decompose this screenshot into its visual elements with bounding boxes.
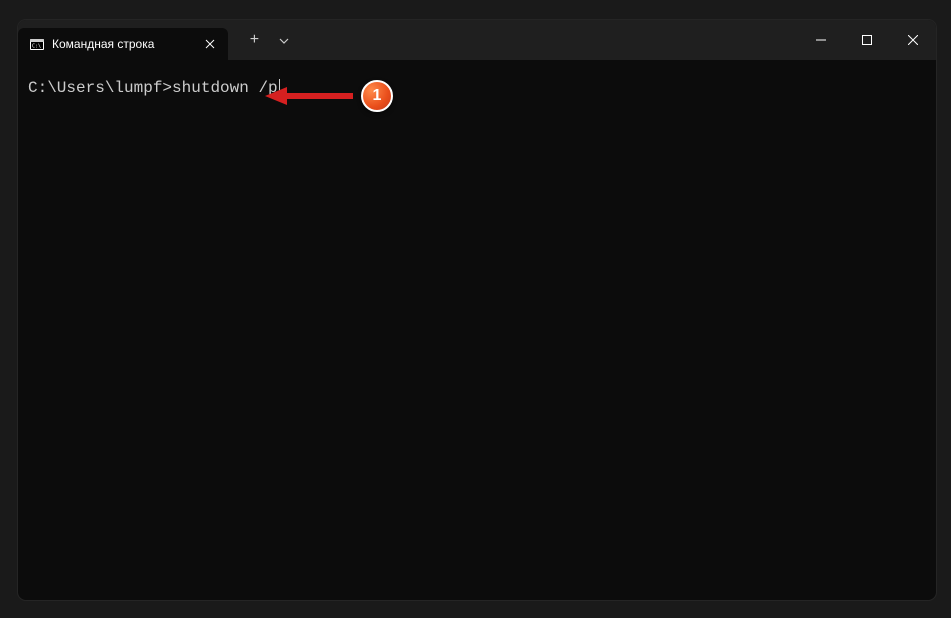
tab-dropdown-button[interactable] (274, 31, 294, 49)
terminal-window: C:\ Командная строка + (18, 20, 936, 600)
cmd-icon: C:\ (30, 39, 44, 50)
close-window-button[interactable] (890, 24, 936, 56)
new-tab-button[interactable]: + (242, 32, 266, 48)
close-tab-button[interactable] (202, 36, 218, 52)
titlebar: C:\ Командная строка + (18, 20, 936, 60)
tab-title: Командная строка (52, 37, 154, 51)
terminal-line: C:\Users\lumpf>shutdown /p (28, 78, 926, 99)
svg-text:C:\: C:\ (32, 43, 41, 49)
prompt: C:\Users\lumpf> (28, 78, 172, 99)
maximize-button[interactable] (844, 24, 890, 56)
active-tab[interactable]: C:\ Командная строка (18, 28, 228, 60)
cursor (279, 79, 280, 97)
window-controls (798, 20, 936, 60)
command-input: shutdown /p (172, 78, 278, 99)
minimize-button[interactable] (798, 24, 844, 56)
terminal-body[interactable]: C:\Users\lumpf>shutdown /p (18, 60, 936, 600)
